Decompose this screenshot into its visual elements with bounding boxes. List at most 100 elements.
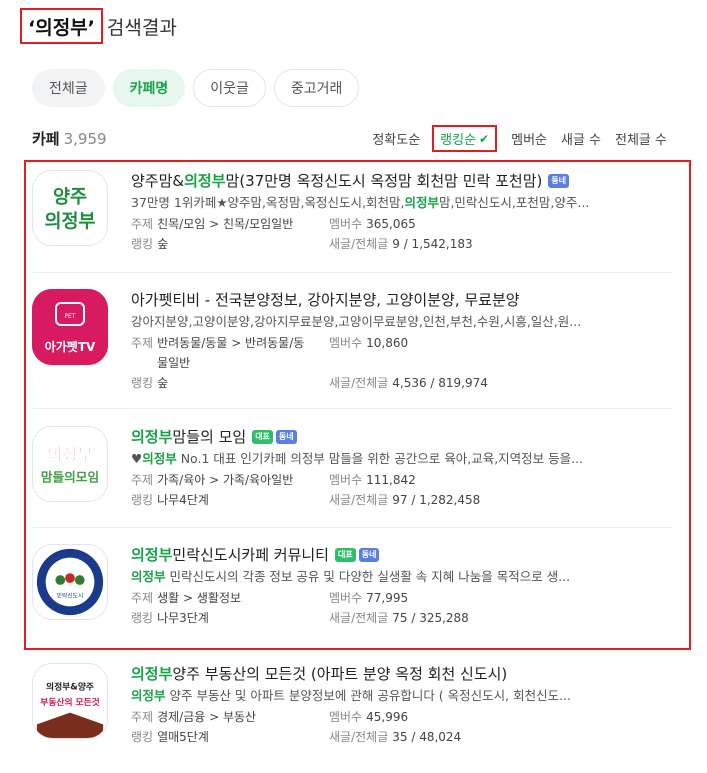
posts-value: 75 / 325,288 xyxy=(392,611,469,625)
divider xyxy=(32,408,672,409)
topic-label: 주제 xyxy=(131,591,154,605)
chip-all-posts[interactable]: 전체글 xyxy=(32,69,105,107)
thumb-line: 의정부&양주 xyxy=(46,680,94,692)
cafe-thumbnail[interactable]: 의정부&양주 부동산의 모든것 xyxy=(32,663,108,739)
cafe-meta-row: 주제 경제/금융 > 부동산 멤버수 45,996 xyxy=(131,707,671,727)
cafe-meta-row: 랭킹 나무4단계 새글/전체글 97 / 1,282,458 xyxy=(131,490,671,510)
cafe-name-text: 민락신도시카페 커뮤니티 xyxy=(172,546,329,564)
members-value: 111,842 xyxy=(366,473,416,487)
cafe-meta-row: 랭킹 숲 새글/전체글 9 / 1,542,183 xyxy=(131,234,671,254)
cafe-name[interactable]: 의정부 맘들의 모임 대표 동네 xyxy=(131,426,671,448)
posts-label: 새글/전체글 xyxy=(329,493,389,507)
ranking-label: 랭킹 xyxy=(131,376,154,390)
cafe-item[interactable]: 의정부 맘들의모임 의정부 맘들의 모임 대표 동네 ♥의정부 No.1 대표 … xyxy=(32,426,672,516)
posts-label: 새글/전체글 xyxy=(329,376,389,390)
sort-accuracy[interactable]: 정확도순 xyxy=(372,129,420,148)
cafe-description: 37만명 1위카페★양주맘,옥정맘,옥정신도시,회천맘,의정부맘,민락신도시,포… xyxy=(131,195,590,210)
representative-badge: 대표 xyxy=(252,430,273,444)
topic-value: 반려동물/동물 > 반려동물/동물일반 xyxy=(157,336,305,370)
neighborhood-badge: 동네 xyxy=(275,430,297,444)
posts-value: 97 / 1,282,458 xyxy=(392,493,481,507)
ranking-value: 숲 xyxy=(157,376,169,390)
sort-ranking[interactable]: 랭킹순 ✔ xyxy=(432,125,498,152)
members-value: 10,860 xyxy=(366,336,409,350)
cafe-description: 강아지분양,고양이분양,강아지무료분양,고양이무료분양,인천,부천,수원,시흥,… xyxy=(131,314,582,329)
thumb-line: 아가펫TV xyxy=(45,339,96,354)
thumb-line: 의정부 xyxy=(44,211,95,232)
thumb-line: PET xyxy=(64,313,75,320)
members-value: 45,996 xyxy=(366,710,409,724)
cafe-description: 의정부 민락신도시의 각종 정보 공유 및 다양한 실생활 속 지혜 나눔을 목… xyxy=(131,569,571,584)
result-count: 카페 3,959 xyxy=(32,128,107,149)
ranking-label: 랭킹 xyxy=(131,237,154,251)
cafe-meta-row: 주제 친목/모임 > 친목/모임일반 멤버수 365,065 xyxy=(131,214,671,234)
cafe-name[interactable]: 의정부 양주 부동산의 모든것 (아파트 분양 옥정 회천 신도시) xyxy=(131,663,671,685)
posts-label: 새글/전체글 xyxy=(329,730,389,744)
cafe-name-highlight: 의정부 xyxy=(131,428,173,446)
sort-new-posts[interactable]: 새글 수 xyxy=(561,129,601,148)
search-title: ‘의정부’ 검색결과 xyxy=(20,6,177,46)
divider xyxy=(32,527,672,528)
cafe-name[interactable]: 양주맘& 의정부 맘(37만명 옥정신도시 옥정맘 회천맘 민락 포천맘) 동네 xyxy=(131,170,671,192)
cafe-name-highlight: 의정부 xyxy=(184,172,226,190)
neighborhood-badge: 동네 xyxy=(358,548,380,562)
search-title-suffix: 검색결과 xyxy=(106,16,177,39)
members-label: 멤버수 xyxy=(329,473,363,487)
topic-value: 친목/모임 > 친목/모임일반 xyxy=(157,217,294,231)
cafe-name-text: 맘(37만명 옥정신도시 옥정맘 회천맘 민락 포천맘) xyxy=(225,172,543,190)
cafe-name-text: 양주 부동산의 모든것 (아파트 분양 옥정 회천 신도시) xyxy=(172,665,508,683)
cafe-item[interactable]: PET 아가펫TV 아가펫티비 - 전국분양정보, 강아지분양, 고양이분양, … xyxy=(32,289,672,390)
cafe-item[interactable]: 의정부&양주 부동산의 모든것 의정부 양주 부동산의 모든것 (아파트 분양 … xyxy=(32,663,672,763)
thumb-line: 민락신도시 xyxy=(57,592,84,600)
cafe-name-highlight: 의정부 xyxy=(131,665,173,683)
posts-value: 4,536 / 819,974 xyxy=(392,376,488,390)
sort-options: 정확도순 랭킹순 ✔ 멤버순 새글 수 전체글 수 xyxy=(358,125,667,152)
ranking-value: 나무3단계 xyxy=(157,611,209,625)
chip-cafe-name[interactable]: 카페명 xyxy=(112,69,186,107)
cafe-thumbnail[interactable]: 의정부 맘들의모임 xyxy=(32,426,108,502)
cafe-meta-row: 주제 반려동물/동물 > 반려동물/동물일반 멤버수 10,860 xyxy=(131,333,671,373)
cafe-name-text: 양주맘& xyxy=(131,172,185,190)
thumb-line: 의정부 xyxy=(47,445,93,464)
chip-used-trade[interactable]: 중고거래 xyxy=(273,69,360,107)
cafe-meta-row: 랭킹 나무3단계 새글/전체글 75 / 325,288 xyxy=(131,608,671,628)
check-icon: ✔ xyxy=(479,131,490,146)
cafe-meta-row: 주제 가족/육아 > 가족/육아일반 멤버수 111,842 xyxy=(131,470,671,490)
cafe-thumbnail[interactable]: 민락신도시 xyxy=(32,544,108,620)
sort-total-posts[interactable]: 전체글 수 xyxy=(615,129,667,148)
thumb-line: 양주 xyxy=(53,187,87,208)
cafe-item[interactable]: 양주 의정부 양주맘& 의정부 맘(37만명 옥정신도시 옥정맘 회천맘 민락 포천… xyxy=(32,170,672,260)
cafe-meta-row: 주제 생활 > 생활정보 멤버수 77,995 xyxy=(131,588,671,608)
topic-value: 가족/육아 > 가족/육아일반 xyxy=(157,473,294,487)
ranking-label: 랭킹 xyxy=(131,611,154,625)
cafe-thumbnail[interactable]: PET 아가펫TV xyxy=(32,289,108,365)
topic-value: 생활 > 생활정보 xyxy=(157,591,242,605)
posts-value: 9 / 1,542,183 xyxy=(392,237,473,251)
topic-label: 주제 xyxy=(131,473,154,487)
cafe-description: 의정부 양주 부동산 및 아파트 분양정보에 관해 공유합니다 ( 옥정신도시,… xyxy=(131,688,572,703)
cafe-meta-row: 랭킹 열매5단계 새글/전체글 35 / 48,024 xyxy=(131,727,671,747)
topic-label: 주제 xyxy=(131,710,154,724)
posts-label: 새글/전체글 xyxy=(329,611,389,625)
cafe-name[interactable]: 아가펫티비 - 전국분양정보, 강아지분양, 고양이분양, 무료분양 xyxy=(131,289,671,311)
thumb-line: 부동산의 모든것 xyxy=(40,696,99,708)
representative-badge: 대표 xyxy=(334,548,356,562)
neighborhood-badge: 동네 xyxy=(548,174,570,188)
cafe-meta-row: 랭킹 숲 새글/전체글 4,536 / 819,974 xyxy=(131,373,671,393)
ranking-label: 랭킹 xyxy=(131,493,154,507)
ranking-label: 랭킹 xyxy=(131,730,154,744)
cafe-name-highlight: 의정부 xyxy=(131,546,173,564)
cafe-thumbnail[interactable]: 양주 의정부 xyxy=(32,170,108,246)
cafe-name[interactable]: 의정부 민락신도시카페 커뮤니티 대표 동네 xyxy=(131,544,671,566)
posts-label: 새글/전체글 xyxy=(329,237,389,251)
cafe-item[interactable]: 민락신도시 의정부 민락신도시카페 커뮤니티 대표 동네 의정부 민락신도시의 … xyxy=(32,544,672,634)
members-value: 365,065 xyxy=(366,217,416,231)
members-value: 77,995 xyxy=(366,591,409,605)
result-label: 카페 xyxy=(32,130,60,148)
topic-label: 주제 xyxy=(131,336,154,350)
chip-neighbor-posts[interactable]: 이웃글 xyxy=(193,69,266,107)
divider xyxy=(32,272,672,273)
sort-members[interactable]: 멤버순 xyxy=(511,129,547,148)
topic-value: 경제/금융 > 부동산 xyxy=(157,710,257,724)
result-count-number: 3,959 xyxy=(63,130,107,148)
